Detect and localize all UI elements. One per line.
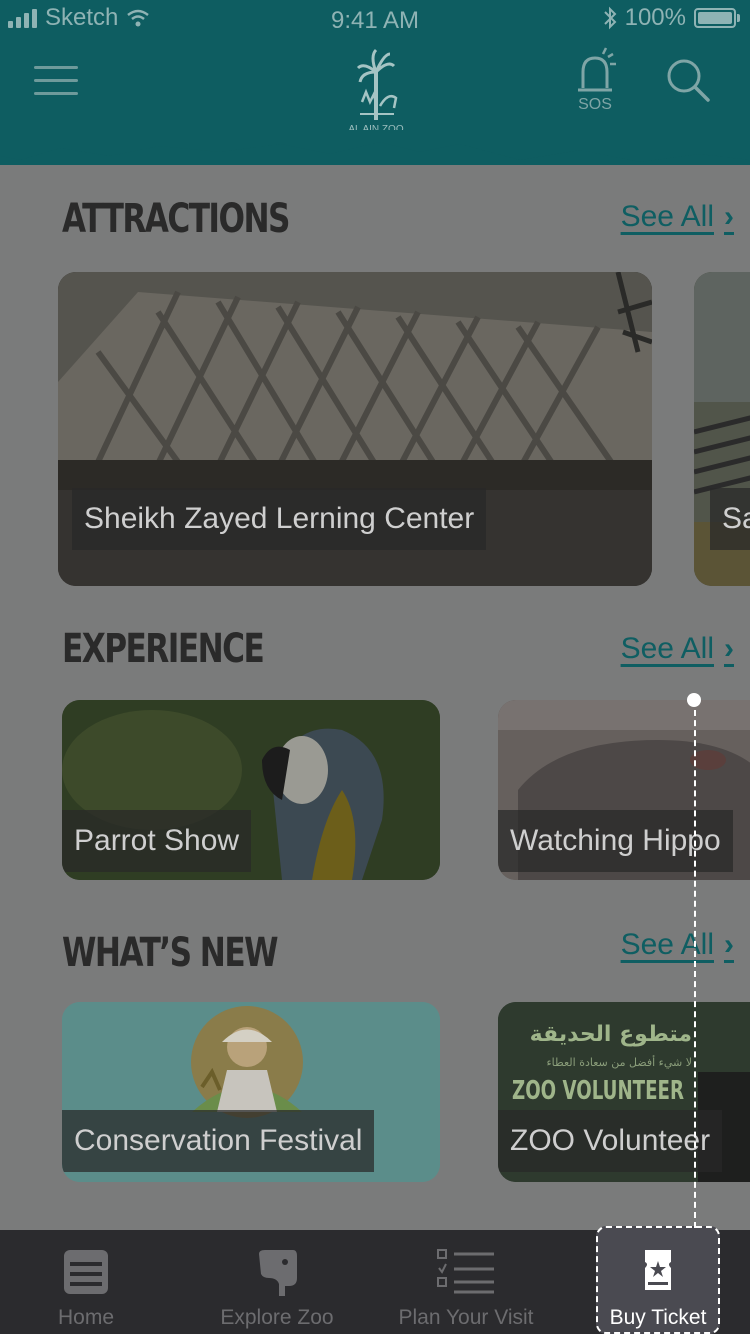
chevron-right-icon: › [724,632,734,665]
tab-label: Home [57,1306,115,1329]
checklist-icon [437,1249,494,1294]
attraction-card-learning-center[interactable]: Sheikh Zayed Lerning Center [58,272,652,586]
bottom-tab-bar: Home Explore Zoo Plan Your Visit Buy Tic… [0,1226,750,1334]
battery-icon [694,8,740,28]
experience-card-parrot-show[interactable]: Parrot Show [62,700,440,880]
tab-plan-your-visit[interactable]: Plan Your Visit [380,1230,552,1334]
whats-new-see-all-link[interactable]: See All › [621,928,734,962]
home-icon [64,1250,108,1294]
header-brush-edge [0,130,750,162]
palm-tree-logo-icon [356,48,398,120]
home-screen: Sketch 9:41 AM 100% AL AIN ZOO SOS ATTRA… [0,0,750,1334]
attraction-card-label: Sa [710,488,750,550]
attraction-card-label: Sheikh Zayed Lerning Center [72,488,487,550]
experience-card-label: Parrot Show [62,810,252,872]
tab-label: Buy Ticket [609,1306,707,1329]
experience-see-all-link[interactable]: See All › [621,632,734,666]
tab-explore-zoo[interactable]: Explore Zoo [184,1230,370,1334]
experience-title: EXPERIENCE [62,626,265,672]
siren-icon [578,47,616,92]
news-card-label: ZOO Volunteer [498,1110,723,1172]
bluetooth-icon [603,6,617,30]
tab-home[interactable]: Home [0,1230,172,1334]
poster-english-title: ZOO VOLUNTEER [512,1076,684,1106]
see-all-label: See All [620,632,714,665]
tab-label: Explore Zoo [220,1306,334,1329]
chevron-right-icon: › [724,200,734,233]
drag-handle[interactable] [687,693,701,707]
news-card-zoo-volunteer[interactable]: متطوع الحديقة لا شيء أفضل من سعادة العطا… [498,1002,750,1182]
sos-button[interactable]: SOS [570,44,620,116]
tab-buy-ticket[interactable]: Buy Ticket [596,1226,720,1334]
see-all-label: See All [620,200,714,233]
search-icon[interactable] [664,56,712,104]
menu-button[interactable] [34,66,78,96]
poster-arabic-title: متطوع الحديقة [529,1022,692,1047]
whats-new-title: WHAT’S NEW [62,930,279,976]
chevron-right-icon: › [724,928,734,961]
experience-card-watching-hippo[interactable]: Watching Hippo [498,700,750,880]
attractions-see-all-link[interactable]: See All › [621,200,734,234]
battery-percent: 100% [624,4,686,31]
hamburger-icon [34,66,78,69]
elephant-icon [259,1250,297,1296]
sos-label: SOS [578,96,612,113]
experience-card-label: Watching Hippo [498,810,733,872]
news-card-label: Conservation Festival [62,1110,375,1172]
ticket-icon [645,1250,671,1290]
see-all-label: See All [620,928,714,961]
tab-label: Plan Your Visit [398,1306,534,1329]
al-ain-zoo-logo[interactable]: AL AIN ZOO [336,42,416,137]
attraction-card-partial[interactable]: Sa [694,272,750,586]
status-bar: Sketch 9:41 AM 100% [0,0,750,40]
attractions-title: ATTRACTIONS [62,196,290,242]
drag-guide-line [694,700,696,1228]
news-card-conservation-festival[interactable]: Conservation Festival [62,1002,440,1182]
poster-arabic-subtitle: لا شيء أفضل من سعادة العطاء [546,1056,692,1069]
